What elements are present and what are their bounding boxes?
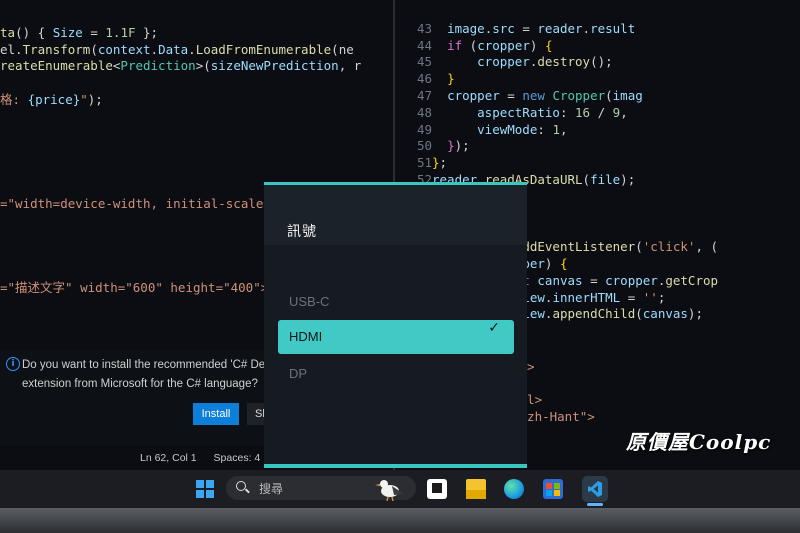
line-number: 44: [416, 37, 432, 53]
widgets-icon[interactable]: [427, 479, 447, 499]
install-button[interactable]: Install: [193, 403, 239, 425]
code-line: ta() { Size = 1.1F };: [0, 24, 159, 40]
checkmark-icon: ✓: [488, 320, 500, 336]
edge-icon[interactable]: [504, 479, 524, 499]
osd-option-dp[interactable]: DP: [278, 357, 514, 391]
line-number: 47: [416, 87, 432, 103]
windows-start-icon[interactable]: [196, 480, 214, 498]
line-number: 49: [416, 121, 432, 137]
monitor-bezel: [0, 508, 800, 533]
line-number: 43: [416, 20, 432, 36]
osd-option-hdmi[interactable]: HDMI ✓: [278, 320, 514, 354]
notification-text: Do you want to install the recommended '…: [22, 359, 271, 390]
osd-option-label: USB-C: [289, 294, 330, 309]
line-number: 48: [416, 104, 432, 120]
line-number: 46: [416, 71, 432, 87]
osd-header: 訊號: [264, 185, 527, 245]
vscode-icon[interactable]: [582, 476, 608, 502]
store-icon[interactable]: [543, 479, 563, 499]
indentation-setting[interactable]: Spaces: 4: [214, 452, 261, 464]
extension-notification: i Do you want to install the recommended…: [0, 350, 300, 445]
osd-option-label: DP: [289, 366, 308, 381]
watermark-logo: 原價屋Coolpc: [626, 430, 772, 454]
osd-option-usb-c[interactable]: USB-C: [278, 285, 514, 319]
line-number: 50: [416, 138, 432, 154]
search-highlight-bird-icon: [375, 480, 404, 502]
meta-line-text: ="width=device-width, initial-scale=1.0": [0, 196, 302, 211]
line-number: 45: [416, 54, 432, 70]
osd-input-menu: 訊號 USB-C HDMI ✓ DP: [264, 182, 527, 468]
active-app-indicator: [587, 503, 603, 506]
osd-option-label: HDMI: [289, 329, 323, 344]
cursor-position[interactable]: Ln 62, Col 1: [140, 452, 197, 464]
code-line: reateEnumerable<Prediction>(sizeNewPredi…: [0, 58, 362, 74]
img-line: ="描述文字" width="600" height="400">: [0, 280, 268, 297]
left-editor: ta() { Size = 1.1F }; el.Transform(conte…: [0, 8, 361, 126]
status-bar: Ln 62, Col 1 Spaces: 4: [140, 452, 274, 464]
search-icon: [236, 481, 246, 491]
osd-title: 訊號: [287, 224, 317, 240]
info-icon: i: [6, 357, 20, 371]
file-explorer-icon[interactable]: [466, 479, 486, 499]
code-line: el.Transform(context.Data.LoadFromEnumer…: [0, 41, 354, 57]
img-line-text: ="描述文字" width="600" height="400">: [0, 280, 269, 295]
line-number: 51: [416, 155, 432, 171]
code-line: 格: {price}");: [0, 91, 103, 107]
search-placeholder: 搜尋: [259, 482, 284, 496]
vscode-glyph: [588, 481, 602, 497]
meta-line: ="width=device-width, initial-scale=1.0": [0, 196, 301, 213]
